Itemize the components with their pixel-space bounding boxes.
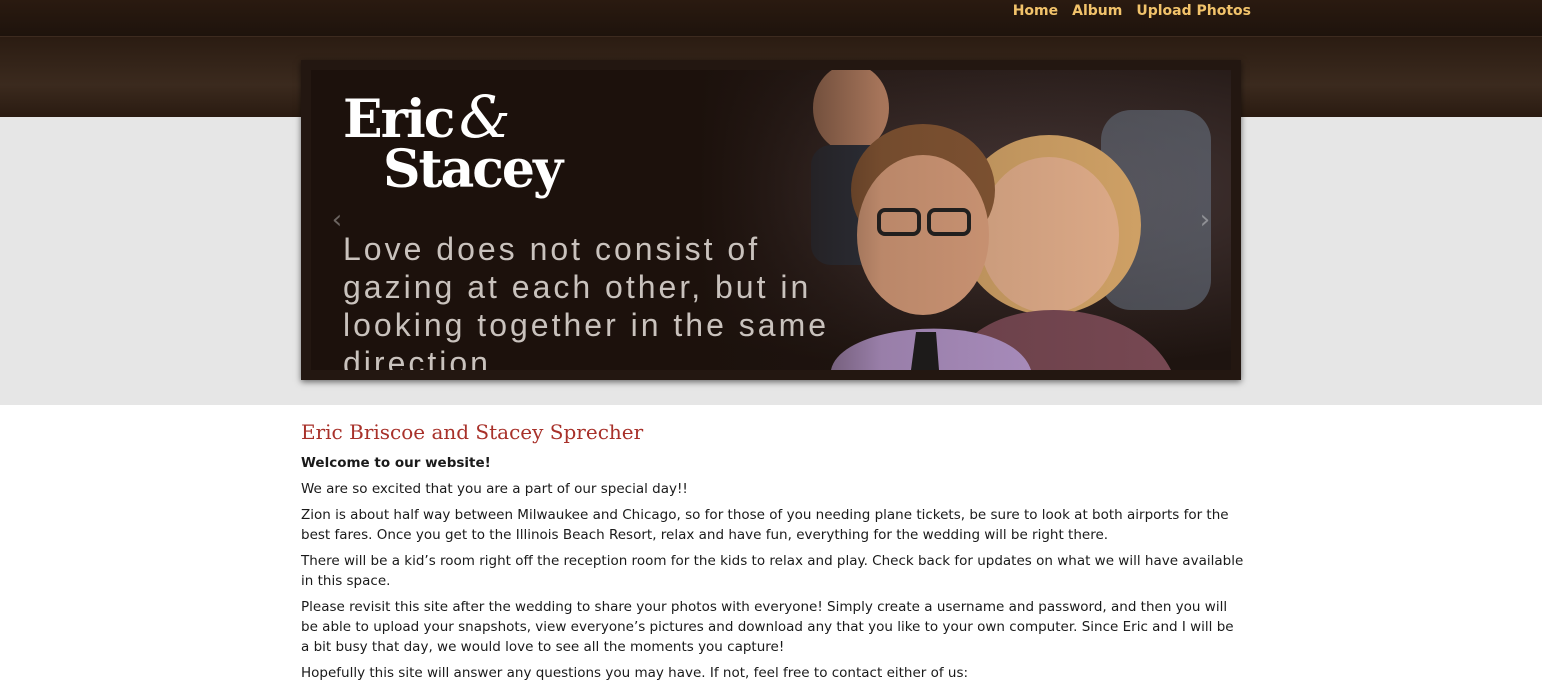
content-paragraph: Zion is about half way between Milwaukee… [301, 507, 1229, 543]
content-paragraph: Hopefully this site will answer any ques… [301, 665, 969, 681]
nav-album-link[interactable]: Album [1072, 3, 1122, 19]
logo-text-stacey: Stacey [383, 139, 563, 200]
main-content: Eric Briscoe and Stacey Sprecher Welcome… [301, 420, 1246, 689]
chevron-right-icon[interactable]: › [1193, 206, 1217, 234]
nav-upload-photos-link[interactable]: Upload Photos [1136, 3, 1251, 19]
nav-home-link[interactable]: Home [1013, 3, 1058, 19]
chevron-left-icon[interactable]: ‹ [325, 206, 349, 234]
welcome-heading: Welcome to our website! [301, 455, 491, 471]
logo-ampersand: & [459, 83, 511, 151]
page-title: Eric Briscoe and Stacey Sprecher [301, 420, 644, 444]
main-nav: Home Album Upload Photos [1013, 0, 1251, 22]
content-paragraph: Please revisit this site after the weddi… [301, 599, 1234, 655]
top-nav-bar: Home Album Upload Photos [0, 0, 1542, 37]
content-paragraph: We are so excited that you are a part of… [301, 481, 688, 497]
site-logo: Eric & Stacey [343, 88, 563, 206]
banner-quote: Love does not consist of gazing at each … [343, 231, 830, 370]
banner-frame: Eric & Stacey Love does not consist of g… [301, 60, 1241, 380]
content-paragraph: There will be a kid’s room right off the… [301, 553, 1244, 589]
hero-slideshow: Eric & Stacey Love does not consist of g… [311, 70, 1231, 370]
